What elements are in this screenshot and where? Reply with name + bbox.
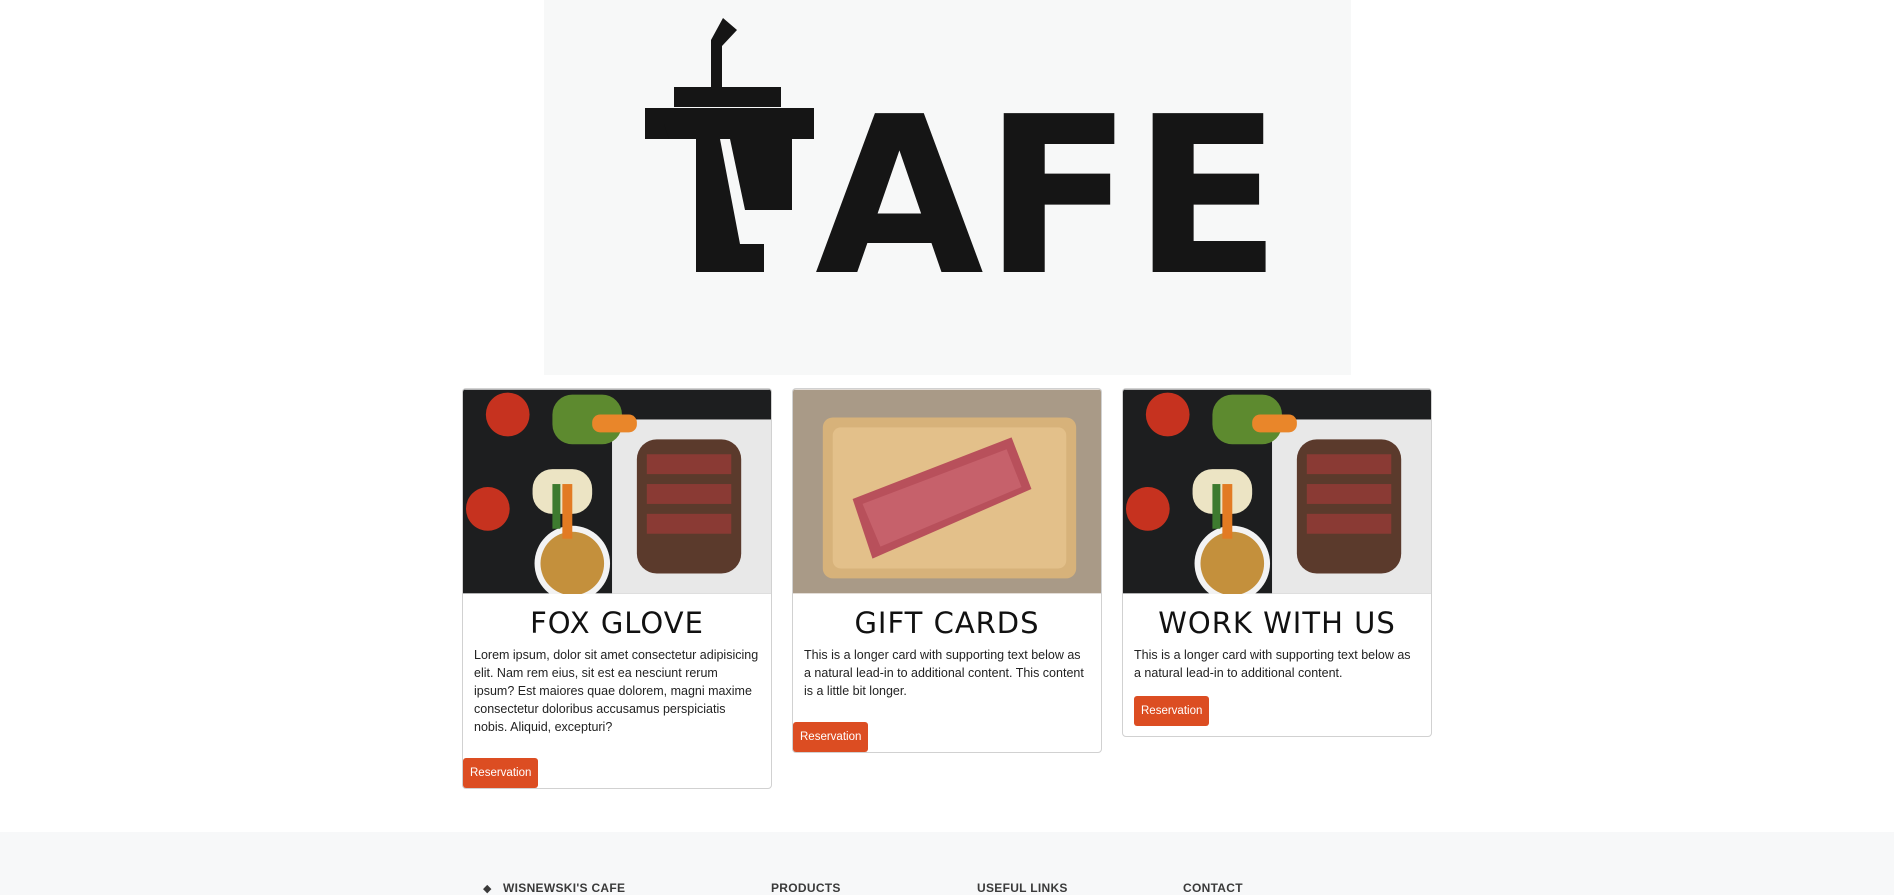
hero-logo-banner: AFE [544,0,1351,375]
footer-brand-label: WISNEWSKI'S CAFE [503,881,626,895]
card-text: This is a longer card with supporting te… [1134,648,1411,680]
raw-steak-board-photo [793,389,1101,594]
card-fox-glove: FOX GLOVE Lorem ipsum, dolor sit amet co… [462,388,772,789]
reservation-button[interactable]: Reservation [1134,696,1210,726]
card-title: FOX GLOVE [530,606,704,640]
gem-icon: ◆ [483,883,492,895]
footer-contact-heading: CONTACT [1183,881,1243,895]
footer-brand[interactable]: ◆ WISNEWSKI'S CAFE [483,881,625,895]
steak-vegetables-photo [463,389,771,594]
card-title: WORK WITH US [1158,606,1396,640]
card-text: Lorem ipsum, dolor sit amet consectetur … [474,648,759,734]
footer-products-heading: PRODUCTS [771,881,841,895]
card-gift-cards: GIFT CARDS This is a longer card with su… [792,388,1102,753]
footer-useful-links-heading: USEFUL LINKS [977,881,1068,895]
reservation-button[interactable]: Reservation [463,758,539,788]
card-text: This is a longer card with supporting te… [804,648,1084,698]
steak-vegetables-photo [1123,389,1431,594]
footer: ◆ WISNEWSKI'S CAFE PRODUCTS USEFUL LINKS … [0,832,1894,895]
logo-wordmark: AFE [815,71,1282,324]
cafe-logo: AFE [645,18,1282,324]
card-work-with-us: WORK WITH US This is a longer card with … [1122,388,1432,737]
reservation-button[interactable]: Reservation [793,722,869,752]
card-title: GIFT CARDS [854,606,1040,640]
